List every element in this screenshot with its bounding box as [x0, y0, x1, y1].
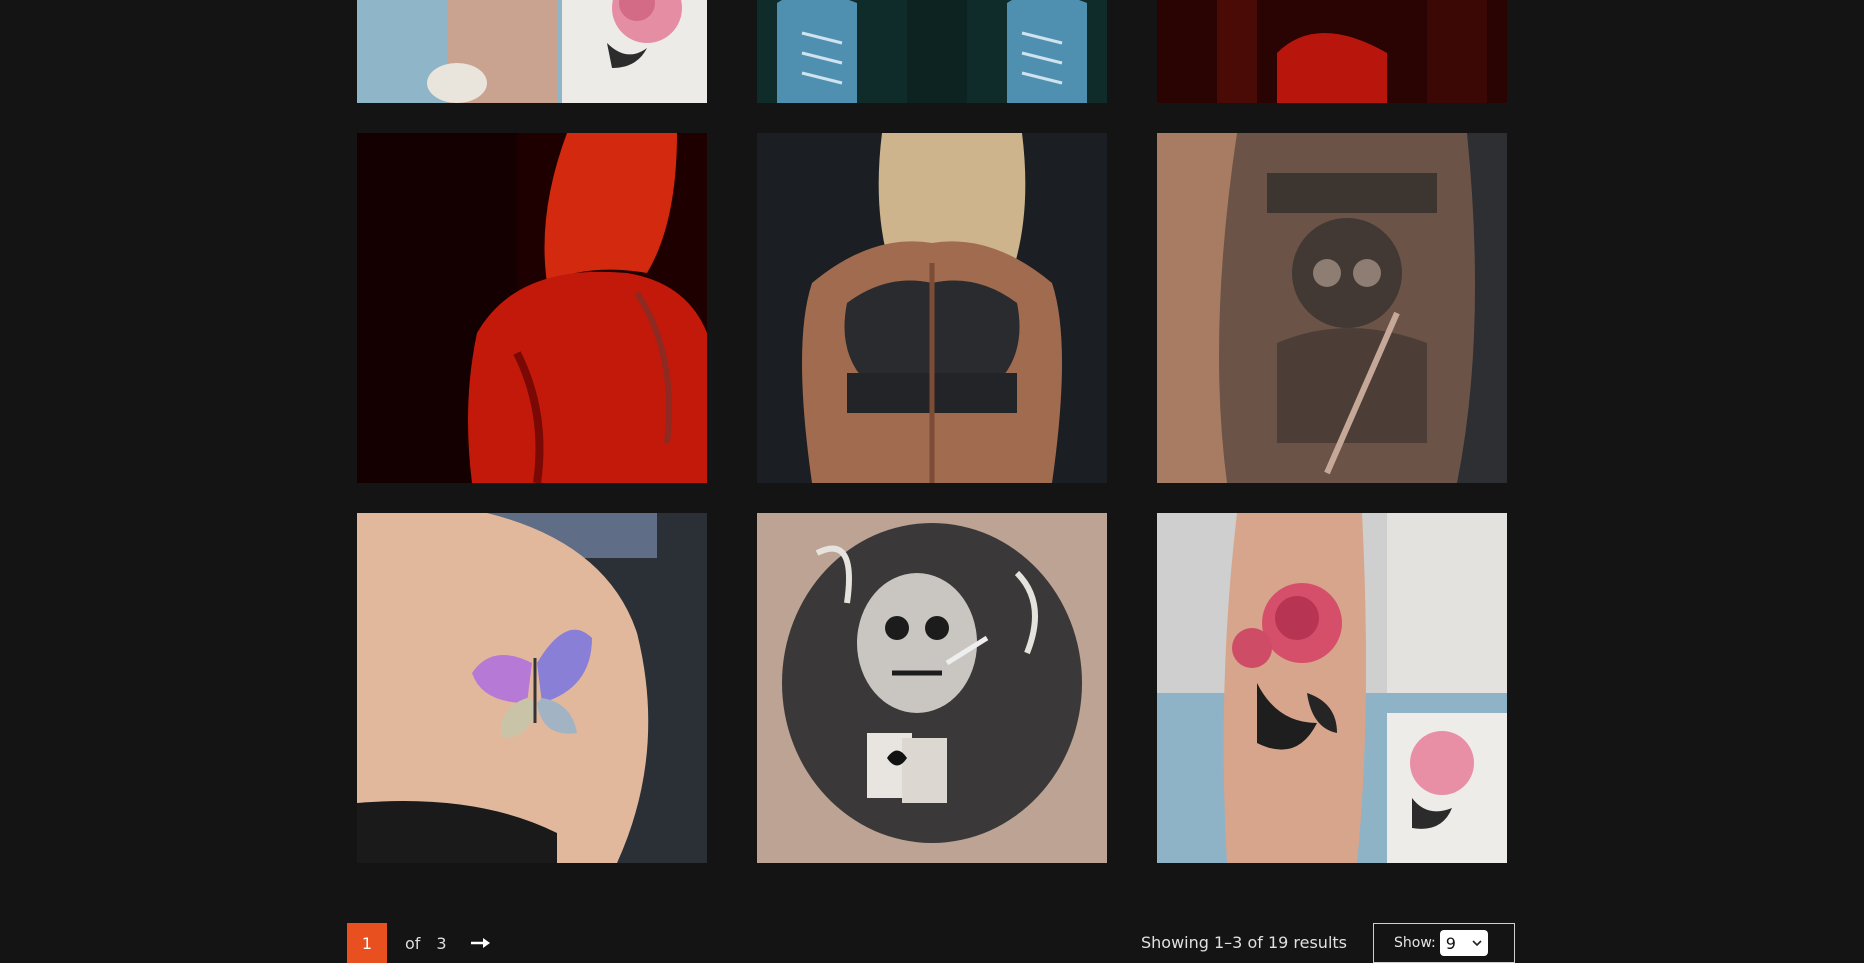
gallery-item-red-light[interactable] [1157, 0, 1507, 103]
show-per-page-select[interactable]: 9 [1439, 930, 1488, 956]
page-of-label: of [405, 933, 421, 953]
show-per-page: Show: 9 [1373, 923, 1515, 963]
page-total-link[interactable]: 3 [436, 934, 446, 953]
gallery-item-athletic-back[interactable] [757, 133, 1107, 483]
page-current-button[interactable]: 1 [347, 923, 387, 963]
skull-chest-tattoo-photo [757, 513, 1107, 863]
pagination: 1 of 3 [347, 923, 493, 963]
sneakers-photo [757, 0, 1107, 103]
show-label: Show: [1394, 935, 1436, 951]
gallery-item-rose-tattoo-top[interactable] [357, 0, 707, 103]
rose-leg-tattoo-photo [1157, 513, 1507, 863]
rose-leg-tattoo-photo [357, 0, 707, 103]
results-count: Showing 1–3 of 19 results [1141, 933, 1347, 952]
gallery-item-butterfly-tattoo[interactable] [357, 513, 707, 863]
gallery-item-skull-chest[interactable] [757, 513, 1107, 863]
red-light-photo [1157, 0, 1507, 103]
gallery-item-red-hair-back[interactable] [357, 133, 707, 483]
red-hair-back-photo [357, 133, 707, 483]
butterfly-shoulder-tattoo-photo [357, 513, 707, 863]
chevron-down-icon [1472, 940, 1482, 946]
gallery-item-sneakers[interactable] [757, 0, 1107, 103]
arrow-right-icon[interactable] [469, 935, 493, 951]
gallery-item-rose-tattoo[interactable] [1157, 513, 1507, 863]
athletic-back-photo [757, 133, 1107, 483]
show-select-value: 9 [1445, 933, 1456, 953]
gallery-item-gladiator-sleeve[interactable] [1157, 133, 1507, 483]
gladiator-sleeve-tattoo-photo [1157, 133, 1507, 483]
